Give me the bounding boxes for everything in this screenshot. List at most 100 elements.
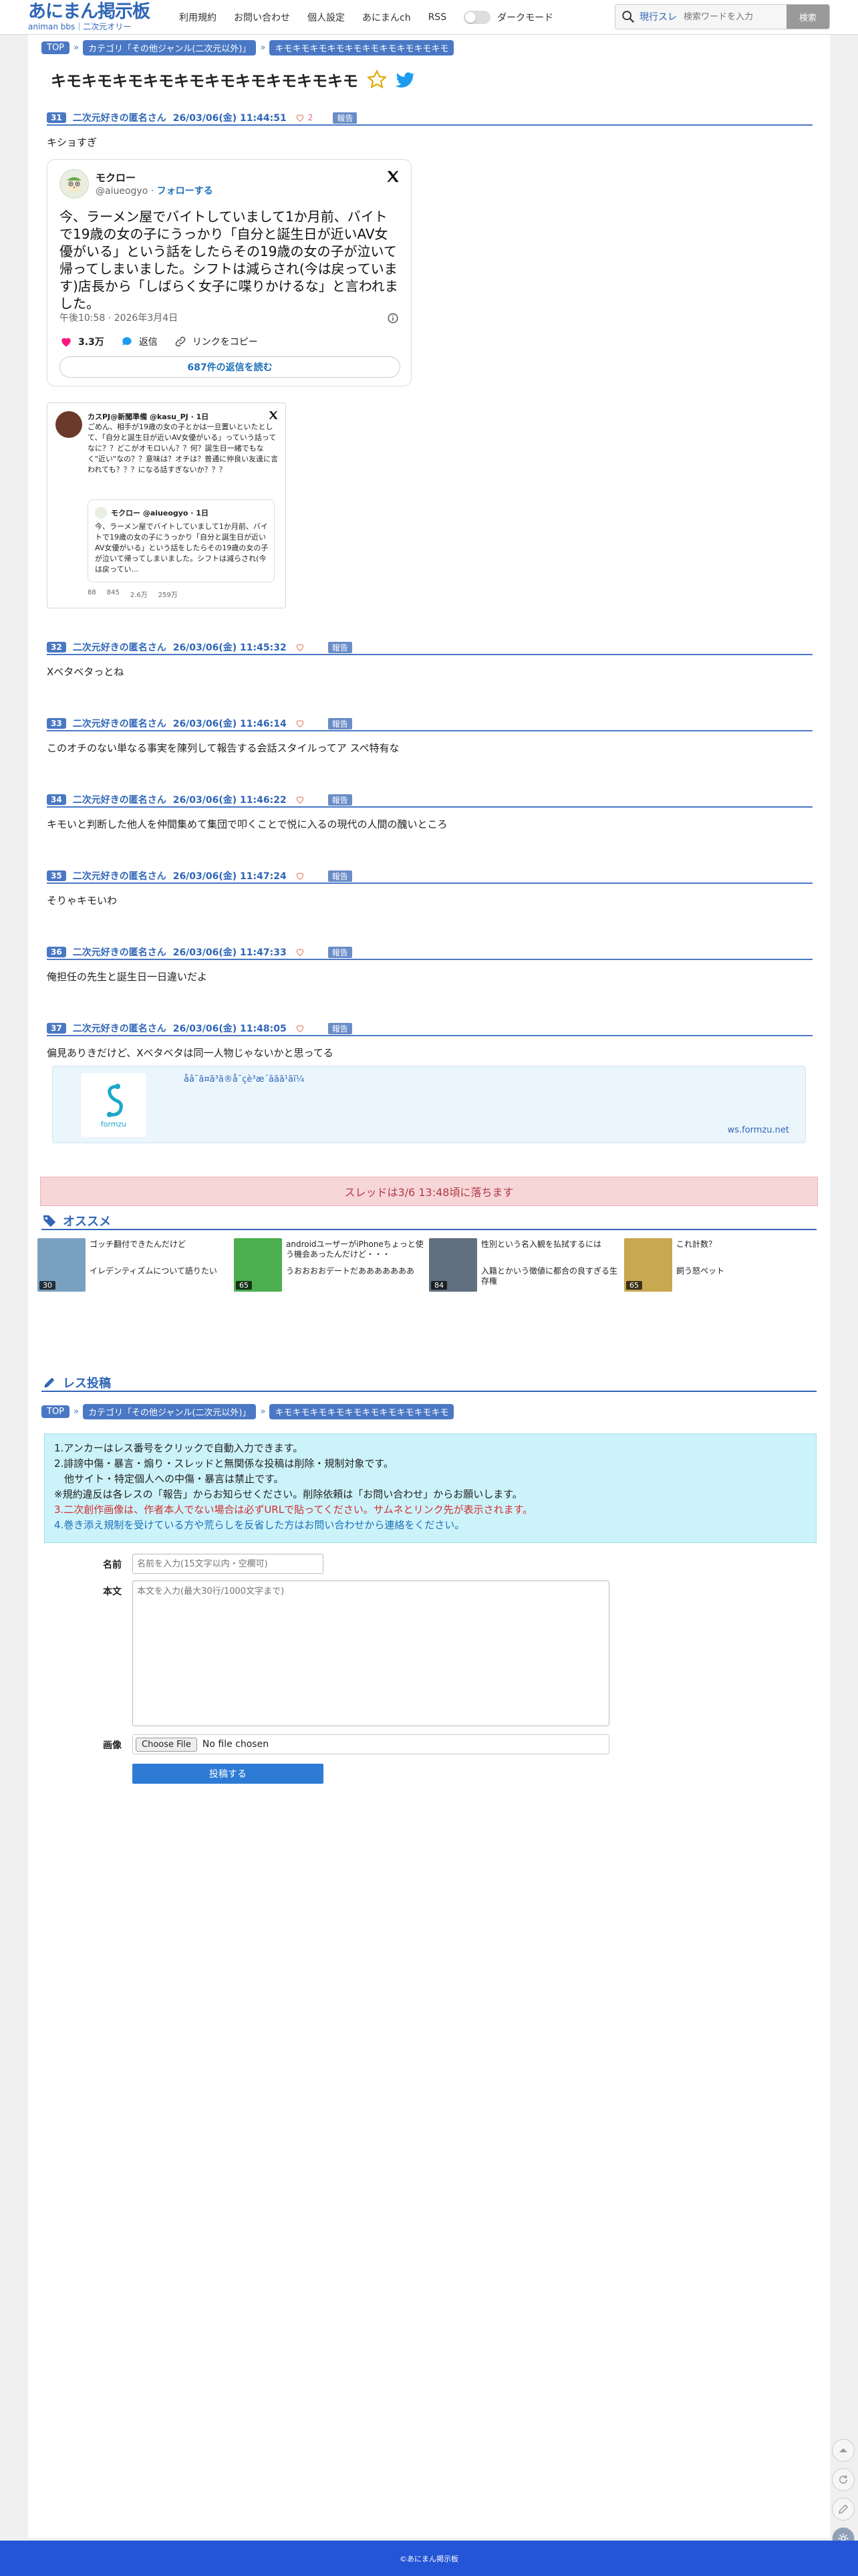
post-body: キモいと判断した他人を仲間集めて集団で叩くことで悦に入るの現代の人間の醜いところ xyxy=(47,818,448,830)
scroll-top-button[interactable] xyxy=(832,2439,855,2462)
tweet-text: ごめん、相手が19歳の女の子とかは一旦置いといたとして、「自分と誕生日が近いAV… xyxy=(88,423,279,474)
report-button[interactable]: 報告 xyxy=(327,946,352,958)
like-heart-icon[interactable] xyxy=(295,947,305,957)
tweet-handle-text[interactable]: @aiueogyo xyxy=(96,186,148,197)
choose-file-button[interactable]: Choose File xyxy=(136,1737,197,1752)
twitter-share-icon[interactable] xyxy=(394,69,416,90)
post-body: 俺担任の先生と誕生日一日違いだよ xyxy=(47,971,208,983)
x-logo-icon[interactable] xyxy=(386,169,400,184)
like-heart-icon[interactable] xyxy=(295,642,305,653)
report-button[interactable]: 報告 xyxy=(327,1022,352,1034)
nav-rss[interactable]: RSS xyxy=(428,12,447,23)
like-heart-icon[interactable] xyxy=(295,112,305,123)
poster-name: 二次元好きの匿名さん xyxy=(72,113,166,124)
post-number[interactable]: 35 xyxy=(47,870,66,881)
rule-line: 2.誹謗中傷・暴言・煽り・スレッドと無関係な投稿は削除・規制対象です。 xyxy=(54,1457,394,1470)
breadcrumb-separator: » xyxy=(74,43,79,53)
rule-line: 他サイト・特定個人への中傷・暴言は禁止です。 xyxy=(54,1473,284,1485)
body-textarea[interactable] xyxy=(132,1580,609,1726)
recommend-title: オススメ xyxy=(63,1215,111,1229)
post-date: 26/03/06(金) 11:47:33 xyxy=(172,947,287,958)
tweet-author-name[interactable]: モクロー xyxy=(96,170,136,185)
recommend-item[interactable]: イレデンティズムについて語りたい xyxy=(37,1264,231,1292)
tweet-copy-label: リンクをコピー xyxy=(192,337,258,348)
tweet-copy-link-action[interactable]: リンクをコピー xyxy=(174,335,258,348)
post-body: 偏見ありきだけど、Xベタベタは同一人物じゃないかと思ってる xyxy=(47,1047,333,1059)
tweet-avatar[interactable] xyxy=(59,169,89,199)
post-number[interactable]: 37 xyxy=(47,1023,66,1034)
site-logo[interactable]: あにまん掲示板 animan bbs｜二次元オリー xyxy=(28,1,175,31)
reply-bubble-icon xyxy=(122,337,132,346)
report-button[interactable]: 報告 xyxy=(327,717,352,729)
report-button[interactable]: 報告 xyxy=(327,794,352,806)
breadcrumb-category[interactable]: カテゴリ「その他ジャンル(二次元以外)」 xyxy=(82,1404,257,1419)
like-heart-icon[interactable] xyxy=(295,870,305,881)
breadcrumb-top[interactable]: TOP xyxy=(41,1405,70,1418)
search-input[interactable] xyxy=(684,11,791,22)
formzu-logo-icon xyxy=(107,1083,123,1117)
post-body: そりゃキモいわ xyxy=(47,895,118,907)
reload-button[interactable] xyxy=(832,2468,855,2491)
like-heart-icon[interactable] xyxy=(295,718,305,729)
favorite-star-icon[interactable] xyxy=(366,69,388,90)
breadcrumb-separator: » xyxy=(74,1407,79,1417)
post-number[interactable]: 34 xyxy=(47,794,66,805)
site-footer: ©あにまん掲示板 xyxy=(0,2541,858,2576)
poster-name: 二次元好きの匿名さん xyxy=(72,871,166,882)
nav-settings[interactable]: 個人設定 xyxy=(307,11,345,24)
report-button[interactable]: 報告 xyxy=(327,641,352,653)
search-box: 現行スレ 検索 xyxy=(615,4,830,29)
report-button[interactable]: 報告 xyxy=(327,870,352,882)
post-number[interactable]: 31 xyxy=(47,112,66,123)
post-header-37: 37 二次元好きの匿名さん 26/03/06(金) 11:48:05 報告 xyxy=(47,1022,813,1036)
breadcrumb-thread[interactable]: キモキモキモキモキモキモキモキモキモキモ xyxy=(269,1404,454,1419)
name-input[interactable] xyxy=(132,1554,323,1574)
search-icon xyxy=(622,11,635,23)
link-preview-card[interactable]: formzu åâ¯ã¤ã³ã®å¯çè³æ´ã­ãã¹ãï¼ ws.formz… xyxy=(52,1066,806,1143)
pencil-icon xyxy=(839,2504,849,2514)
search-button[interactable]: 検索 xyxy=(786,5,829,29)
post-header-33: 33 二次元好きの匿名さん 26/03/06(金) 11:46:14 報告 xyxy=(47,717,813,731)
formzu-logo-text: formzu xyxy=(100,1119,127,1129)
tweet-reply-action[interactable]: 返信 xyxy=(120,335,158,348)
like-heart-icon[interactable] xyxy=(295,1023,305,1034)
report-button[interactable]: 報告 xyxy=(333,112,358,124)
post-number[interactable]: 32 xyxy=(47,642,66,653)
image-file-input[interactable]: Choose File No file chosen xyxy=(132,1734,609,1754)
like-heart-icon[interactable] xyxy=(295,794,305,805)
info-icon[interactable] xyxy=(387,312,399,324)
post-header-32: 32 二次元好きの匿名さん 26/03/06(金) 11:45:32 報告 xyxy=(47,640,813,655)
breadcrumb-top[interactable]: TOP xyxy=(41,41,70,54)
search-mode-select[interactable]: 現行スレ xyxy=(639,10,677,23)
body-label: 本文 xyxy=(103,1587,122,1597)
dark-mode-label: ダークモード xyxy=(497,13,554,23)
nav-animanch[interactable]: あにまんch xyxy=(362,11,411,24)
recommend-item[interactable]: 入籍とかいう徴値に都合の良すぎる生存権 xyxy=(429,1264,623,1292)
submit-button[interactable]: 投稿する xyxy=(132,1764,323,1784)
tweet-timestamp[interactable]: 午後10:58 · 2026年3月4日 xyxy=(59,311,178,324)
post-number[interactable]: 36 xyxy=(47,947,66,957)
recommend-item[interactable]: うおおおおデートだあああああああ xyxy=(234,1264,428,1292)
tweet-screenshot-image[interactable]: カスPJ@新聞準備 @kasu_PJ · 1日 ごめん、相手が19歳の女の子とか… xyxy=(47,402,286,608)
post-body: キショすぎ xyxy=(47,136,98,148)
tweet-follow-button[interactable]: フォローする xyxy=(157,186,213,197)
post-date: 26/03/06(金) 11:46:14 xyxy=(172,719,287,729)
nav-terms[interactable]: 利用規約 xyxy=(179,11,217,24)
rule-line: 4.巻き添え規制を受けている方や荒らしを反省した方はお問い合わせから連絡をくださ… xyxy=(54,1519,465,1531)
recommend-title-text: 性別という名入観を払拭するには xyxy=(481,1240,602,1249)
breadcrumb-category[interactable]: カテゴリ「その他ジャンル(二次元以外)」 xyxy=(82,40,257,55)
breadcrumb-thread[interactable]: キモキモキモキモキモキモキモキモキモキモ xyxy=(269,40,454,55)
nav-contact[interactable]: お問い合わせ xyxy=(234,11,290,24)
read-replies-button[interactable]: 687件の返信を読む xyxy=(59,356,400,378)
tweet-like-action[interactable]: 3.3万 xyxy=(59,335,104,348)
write-button[interactable] xyxy=(832,2498,855,2521)
post-number[interactable]: 33 xyxy=(47,718,66,729)
dark-mode-toggle[interactable] xyxy=(464,11,491,24)
tweet-embed[interactable]: モクロー @aiueogyo · フォローする 今、ラーメン屋でバイトしていまし… xyxy=(47,159,412,386)
recommend-title-text: うおおおおデートだあああああああ xyxy=(286,1266,415,1276)
link-title[interactable]: åâ¯ã¤ã³ã®å¯çè³æ´ã­ãã¹ãï¼ xyxy=(184,1074,304,1084)
recommend-title-text: これ計数？ xyxy=(676,1240,717,1249)
post-body: Xベタベタっとね xyxy=(47,666,124,678)
like-count: 2.6万 xyxy=(130,592,148,599)
recommend-item[interactable]: 飼う怒ペット xyxy=(624,1264,818,1292)
